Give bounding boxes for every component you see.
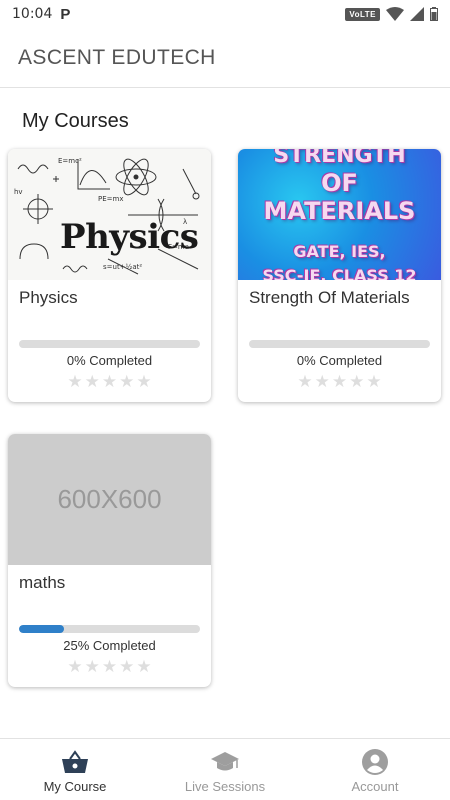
thumbnail-text-line: MATERIALS [263,197,416,225]
nav-item-live-sessions[interactable]: Live Sessions [150,739,300,800]
star-icon: ★ [136,372,152,391]
shopping-basket-icon [61,749,89,775]
svg-text:PE=mx: PE=mx [98,195,123,203]
account-circle-icon [362,749,388,775]
progress-fill [19,625,65,633]
star-icon: ★ [119,372,135,391]
star-icon: ★ [67,372,83,391]
placeholder-text: 600X600 [57,484,162,514]
star-icon: ★ [84,372,100,391]
section-title: My Courses [22,110,129,132]
status-time: 10:04 [12,6,53,22]
volte-badge: VoLTE [345,7,380,21]
progress-label: 0% Completed [296,353,383,368]
parking-notification-icon: P [60,5,71,23]
thumbnail-text-line: STRENGTH [273,149,406,168]
star-icon: ★ [366,372,382,391]
rating-stars: ★ ★ ★ ★ ★ [8,658,211,675]
star-icon: ★ [67,657,83,676]
thumbnail-text-line: OF [321,169,358,197]
physics-thumbnail-text: Physics [60,217,199,257]
course-thumbnail-strength-of-materials: STRENGTH OF MATERIALS GATE, IES, SSC-JE,… [238,149,441,280]
wifi-icon [386,7,404,21]
status-icons: VoLTE [345,7,438,21]
star-icon: ★ [119,657,135,676]
bottom-navigation: My Course Live Sessions Account [0,738,450,800]
course-title: Physics [19,288,78,307]
nav-item-my-course[interactable]: My Course [0,739,150,800]
thumbnail-text-line: SSC-JE, CLASS 12 [262,266,417,280]
progress-label: 0% Completed [66,353,153,368]
graduation-cap-icon [210,749,240,775]
physics-doodles: E=mc² PE=mx F=ma s=ut+½at² hv λ [14,157,200,275]
status-bar: 10:04 P VoLTE [0,0,450,28]
nav-label: Live Sessions [184,779,266,794]
course-title: Strength Of Materials [249,288,410,307]
course-card-physics[interactable]: E=mc² PE=mx F=ma s=ut+½at² hv λ Physics … [8,149,211,402]
rating-stars: ★ ★ ★ ★ ★ [238,373,441,390]
progress-label: 25% Completed [63,638,156,653]
app-bar: ASCENT EDUTECH [0,28,450,88]
svg-text:s=ut+½at²: s=ut+½at² [103,263,142,271]
star-icon: ★ [297,372,313,391]
rating-stars: ★ ★ ★ ★ ★ [8,373,211,390]
star-icon: ★ [101,657,118,676]
course-title: maths [19,573,66,592]
battery-icon [430,7,438,21]
signal-icon [410,7,424,21]
course-card-strength-of-materials[interactable]: STRENGTH OF MATERIALS GATE, IES, SSC-JE,… [238,149,441,402]
nav-label: My Course [43,779,107,794]
thumbnail-text-line: GATE, IES, [293,242,386,261]
nav-item-account[interactable]: Account [300,739,450,800]
star-icon: ★ [331,372,348,391]
star-icon: ★ [101,372,118,391]
app-title: ASCENT EDUTECH [18,45,216,69]
course-progress-bar [19,340,200,348]
svg-text:hv: hv [14,188,23,196]
nav-label: Account [351,779,399,794]
star-icon: ★ [84,657,100,676]
course-card-maths[interactable]: 600X600 maths 25% Completed ★ ★ ★ ★ ★ [8,434,211,687]
star-icon: ★ [136,657,152,676]
course-progress-bar [249,340,430,348]
course-thumbnail-placeholder: 600X600 [8,434,211,565]
course-thumbnail-physics: E=mc² PE=mx F=ma s=ut+½at² hv λ Physics [8,149,211,280]
star-icon: ★ [349,372,365,391]
course-progress-bar [19,625,200,633]
svg-text:E=mc²: E=mc² [58,157,82,165]
star-icon: ★ [314,372,330,391]
